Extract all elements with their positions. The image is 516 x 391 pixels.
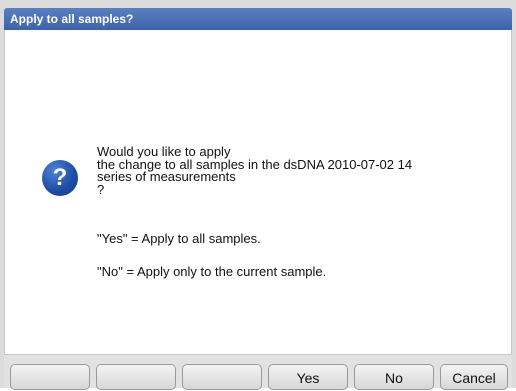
- dialog-message: Would you like to apply the change to al…: [97, 145, 497, 197]
- empty-button-1[interactable]: [10, 364, 90, 390]
- yes-button[interactable]: Yes: [268, 364, 348, 390]
- question-icon: ?: [42, 160, 78, 196]
- cancel-button[interactable]: Cancel: [440, 364, 508, 390]
- message-line: ?: [97, 181, 105, 197]
- empty-button-2[interactable]: [96, 364, 176, 390]
- dialog-title: Apply to all samples?: [4, 8, 512, 30]
- button-bar: Yes No Cancel: [4, 354, 512, 390]
- yes-explanation: "Yes" = Apply to all samples.: [97, 231, 261, 246]
- empty-button-3[interactable]: [182, 364, 262, 390]
- no-button[interactable]: No: [354, 364, 434, 390]
- message-line: series of measurements: [97, 169, 236, 184]
- no-explanation: "No" = Apply only to the current sample.: [97, 264, 327, 279]
- dialog-frame: Apply to all samples? ? Would you like t…: [0, 0, 516, 390]
